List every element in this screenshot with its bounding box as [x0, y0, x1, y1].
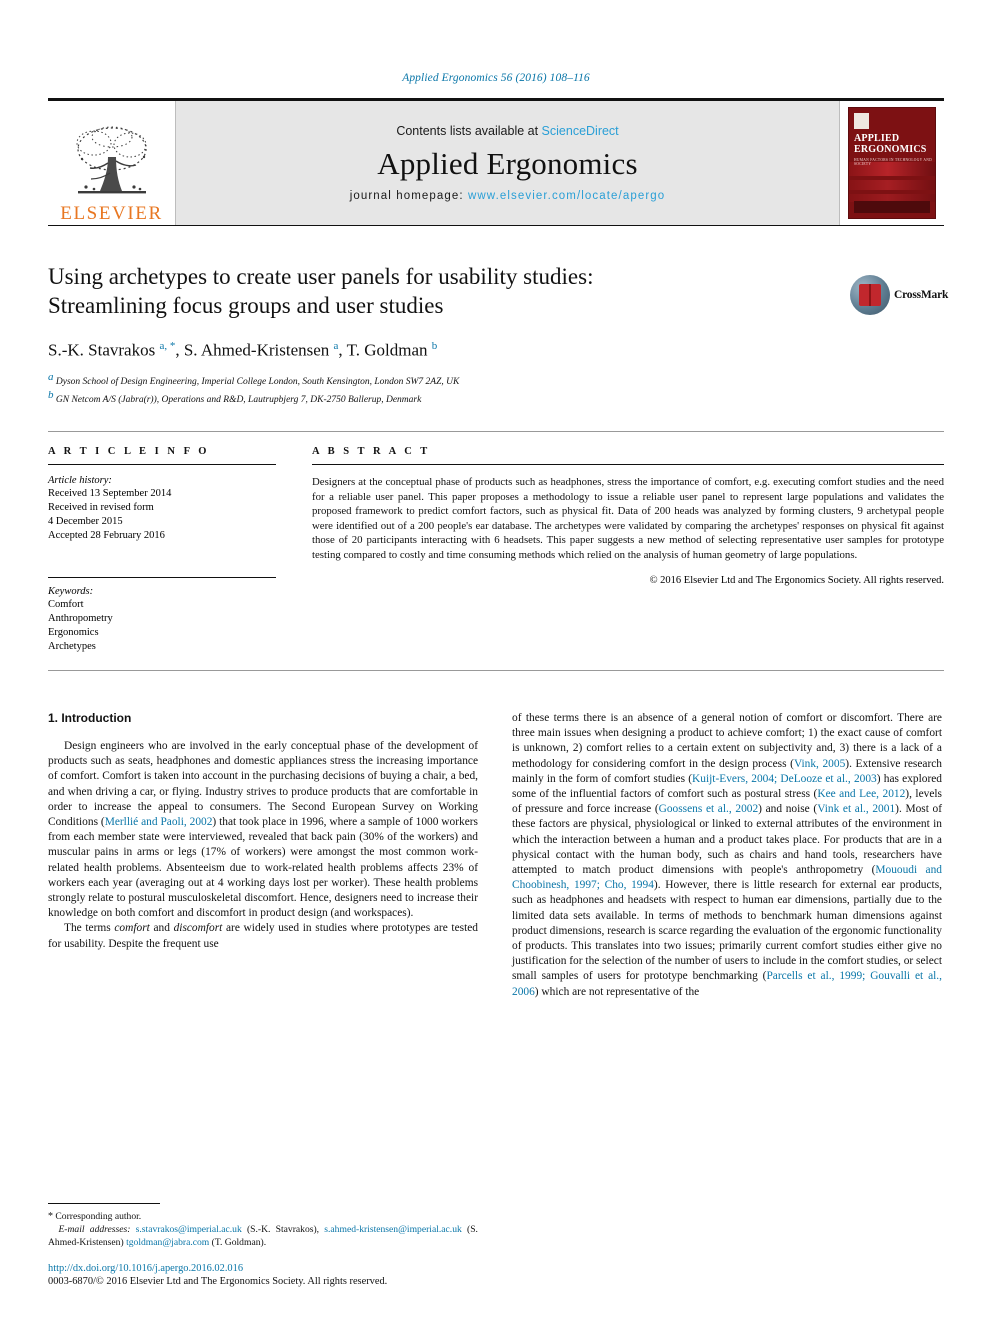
- abstract-rule: [312, 463, 944, 465]
- corresponding-text: Corresponding author.: [55, 1211, 142, 1222]
- citation-link[interactable]: Vink, 2005: [794, 758, 845, 770]
- doi-block: http://dx.doi.org/10.1016/j.apergo.2016.…: [48, 1263, 478, 1287]
- citation-link[interactable]: Goossens et al., 2002: [659, 803, 759, 815]
- affiliation-list: a Dyson School of Design Engineering, Im…: [48, 371, 944, 407]
- cover-image: APPLIED ERGONOMICS HUMAN FACTORS IN TECH…: [848, 107, 936, 219]
- article-history-title: Article history:: [48, 474, 112, 486]
- keywords-block: Keywords: Comfort Anthropometry Ergonomi…: [48, 576, 276, 654]
- journal-cover-thumbnail: APPLIED ERGONOMICS HUMAN FACTORS IN TECH…: [839, 101, 944, 225]
- journal-homepage-line: journal homepage: www.elsevier.com/locat…: [350, 190, 666, 202]
- contents-available-line: Contents lists available at ScienceDirec…: [396, 124, 618, 138]
- citation-link[interactable]: Parcells et al., 1999; Gouvalli et al., …: [512, 970, 942, 997]
- paper-page: Applied Ergonomics 56 (2016) 108–116 ELS…: [0, 0, 992, 1323]
- crossmark-label: CrossMark: [894, 289, 949, 301]
- page-footer: * Corresponding author. E-mail addresses…: [48, 1203, 944, 1287]
- abstract-column: A B S T R A C T Designers at the concept…: [312, 446, 944, 654]
- masthead-center: Contents lists available at ScienceDirec…: [176, 101, 839, 225]
- email-owner-2: (T. Goldman): [211, 1237, 264, 1248]
- email-label: E-mail addresses:: [58, 1224, 131, 1235]
- article-info-heading: A R T I C L E I N F O: [48, 445, 210, 457]
- cover-title: APPLIED ERGONOMICS: [854, 133, 927, 155]
- article-history-line-1: Received in revised form: [48, 501, 154, 513]
- email-link-2[interactable]: tgoldman@jabra.com: [126, 1237, 209, 1248]
- keyword-0: Comfort: [48, 598, 84, 610]
- citation-link[interactable]: Mououdi and Choobinesh, 1997; Cho, 1994: [512, 864, 942, 891]
- journal-title: Applied Ergonomics: [377, 146, 638, 181]
- affiliation-text-a: Dyson School of Design Engineering, Impe…: [55, 376, 460, 387]
- email-owner-0: (S.-K. Stavrakos): [246, 1224, 317, 1235]
- body-column-left: 1. Introduction Design engineers who are…: [48, 711, 478, 1000]
- sciencedirect-link[interactable]: ScienceDirect: [542, 124, 619, 138]
- elsevier-tree-icon: [64, 123, 160, 203]
- article-history-line-2: 4 December 2015: [48, 515, 123, 527]
- keyword-2: Ergonomics: [48, 626, 99, 638]
- cover-footer-bar: [854, 201, 930, 213]
- article-info-rule: [48, 463, 276, 465]
- info-abstract-bottom-rule: [48, 669, 944, 671]
- author-list: S.-K. Stavrakos a, *, S. Ahmed-Kristense…: [48, 340, 438, 360]
- citation-link[interactable]: Kuijt-Evers, 2004; DeLooze et al., 2003: [692, 773, 877, 785]
- contents-prefix: Contents lists available at: [396, 124, 542, 138]
- affiliation-marker-a: a: [48, 370, 54, 383]
- elsevier-wordmark: ELSEVIER: [60, 203, 163, 224]
- footnote-rule: [48, 1203, 160, 1204]
- article-info-column: A R T I C L E I N F O Article history: R…: [48, 446, 276, 654]
- keywords-title: Keywords:: [48, 585, 94, 597]
- corresponding-marker: *: [48, 1211, 53, 1222]
- title-block: Using archetypes to create user panels f…: [48, 262, 948, 407]
- citation-link[interactable]: Kee and Lee, 2012: [817, 788, 905, 800]
- article-history-line-3: Accepted 28 February 2016: [48, 529, 165, 541]
- cover-subtitle: HUMAN FACTORS IN TECHNOLOGY AND SOCIETY: [854, 158, 933, 166]
- issn-copyright-line: 0003-6870/© 2016 Elsevier Ltd and The Er…: [48, 1276, 388, 1287]
- running-head: Applied Ergonomics 56 (2016) 108–116: [402, 72, 590, 84]
- journal-homepage-link[interactable]: www.elsevier.com/locate/apergo: [468, 190, 665, 202]
- info-abstract-section: A R T I C L E I N F O Article history: R…: [48, 430, 944, 654]
- article-history-line-0: Received 13 September 2014: [48, 487, 172, 499]
- email-addresses-note: E-mail addresses: s.stavrakos@imperial.a…: [48, 1224, 478, 1248]
- citation-link[interactable]: Merllié and Paoli, 2002: [105, 816, 213, 828]
- intro-paragraph-2: The terms comfort and discomfort are wid…: [48, 922, 478, 950]
- affiliation-text-b: GN Netcom A/S (Jabra(r)), Operations and…: [55, 394, 422, 405]
- affiliation-b: b GN Netcom A/S (Jabra(r)), Operations a…: [48, 389, 944, 407]
- keyword-1: Anthropometry: [48, 612, 113, 624]
- homepage-prefix: journal homepage:: [349, 190, 468, 202]
- citation-link[interactable]: Vink et al., 2001: [817, 803, 895, 815]
- body-column-right: of these terms there is an absence of a …: [512, 711, 942, 1000]
- email-link-0[interactable]: s.stavrakos@imperial.ac.uk: [136, 1224, 242, 1235]
- intro-paragraph-1: Design engineers who are involved in the…: [48, 739, 478, 920]
- cover-publisher-mark: [854, 113, 869, 129]
- corresponding-author-note: * Corresponding author.: [48, 1210, 478, 1223]
- body-columns: 1. Introduction Design engineers who are…: [48, 711, 944, 1000]
- keyword-3: Archetypes: [48, 640, 96, 652]
- publisher-logo: ELSEVIER: [48, 101, 176, 225]
- crossmark-badge[interactable]: CrossMark: [850, 266, 948, 324]
- crossmark-icon: [850, 275, 890, 315]
- affiliation-marker-b: b: [48, 388, 54, 401]
- page-title: Using archetypes to create user panels f…: [48, 264, 594, 318]
- intro-paragraph-3: of these terms there is an absence of a …: [512, 711, 943, 998]
- keywords-rule: [48, 576, 276, 578]
- abstract-heading: A B S T R A C T: [312, 445, 431, 457]
- email-link-1[interactable]: s.ahmed-kristensen@imperial.ac.uk: [324, 1224, 462, 1235]
- abstract-copyright: © 2016 Elsevier Ltd and The Ergonomics S…: [649, 574, 944, 586]
- journal-masthead: ELSEVIER Contents lists available at Sci…: [48, 98, 944, 226]
- abstract-text: Designers at the conceptual phase of pro…: [312, 475, 944, 561]
- affiliation-a: a Dyson School of Design Engineering, Im…: [48, 371, 944, 389]
- section-title-introduction: 1. Introduction: [48, 710, 132, 725]
- doi-link[interactable]: http://dx.doi.org/10.1016/j.apergo.2016.…: [48, 1263, 478, 1274]
